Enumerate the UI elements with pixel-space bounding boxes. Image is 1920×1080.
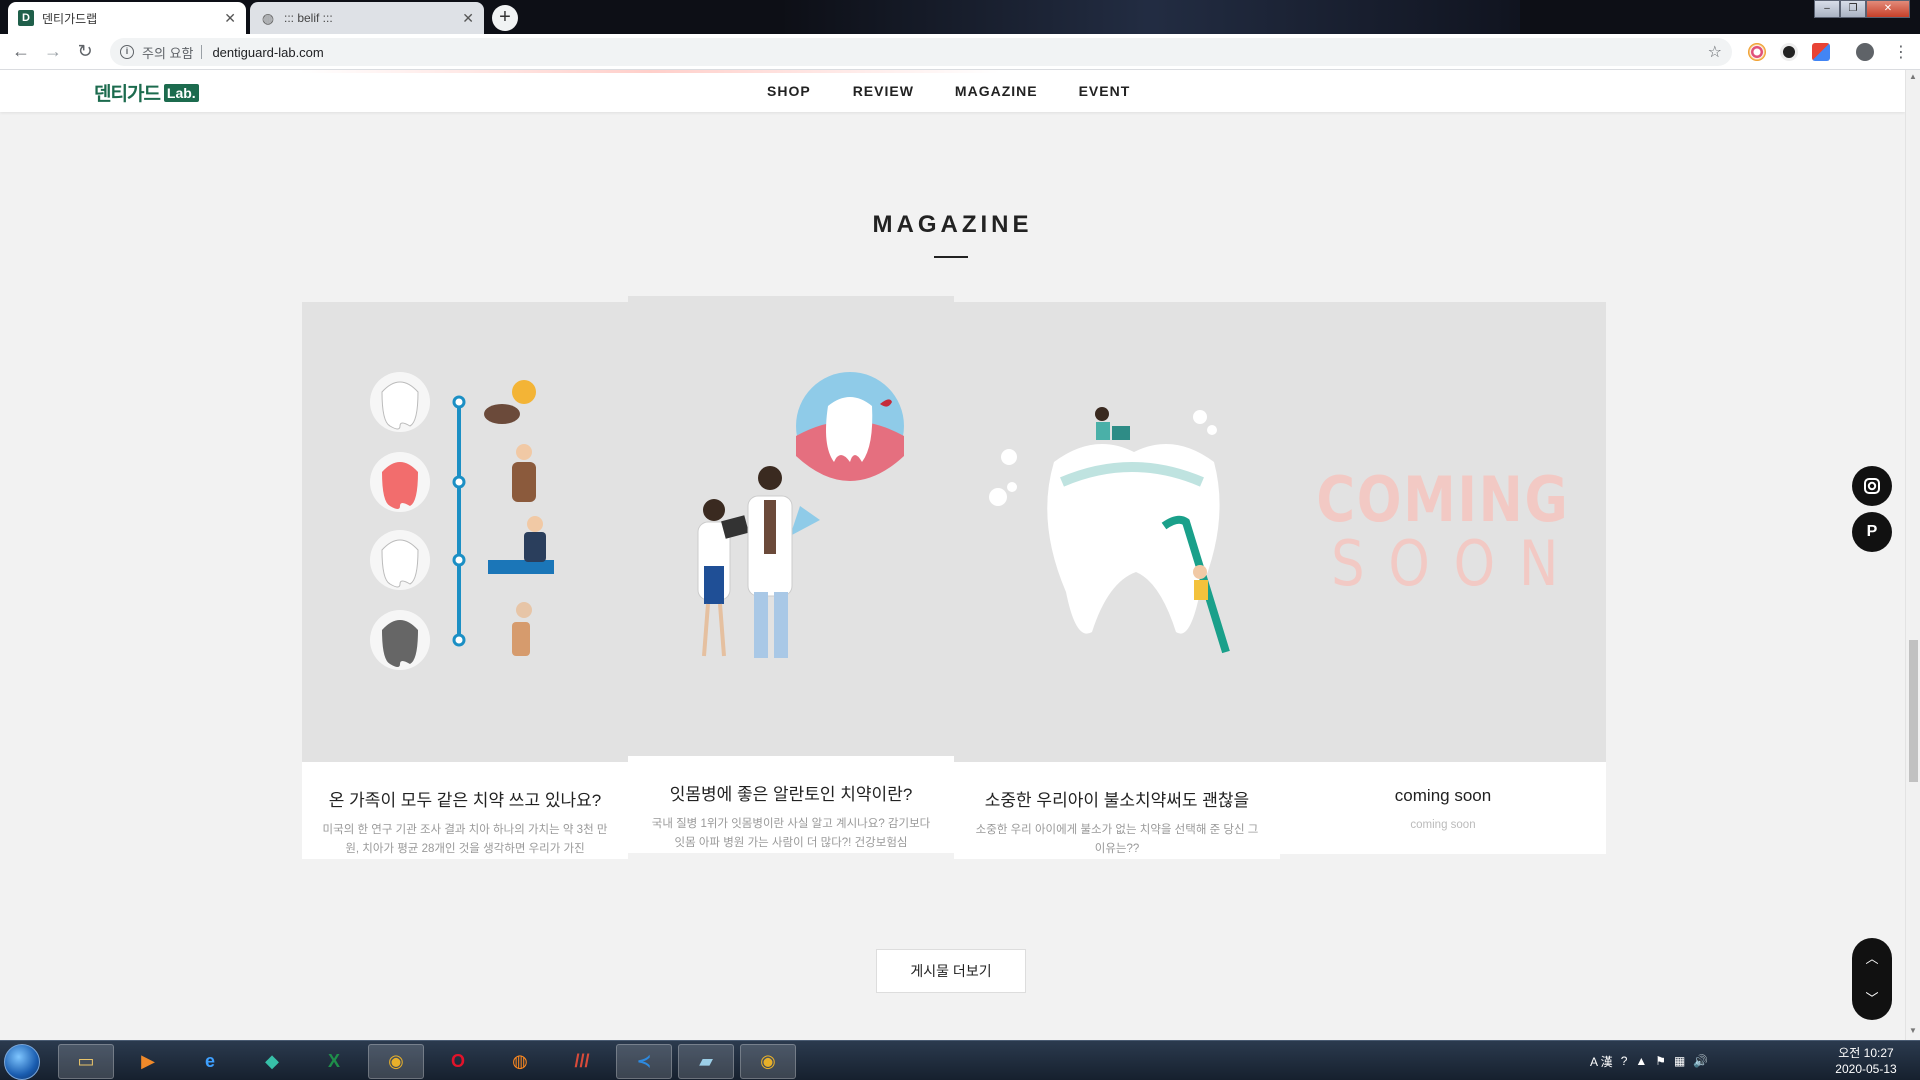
nav-event[interactable]: EVENT	[1079, 83, 1131, 99]
volume-icon[interactable]: 🔊	[1693, 1054, 1708, 1068]
scroll-down-icon[interactable]: ﹀	[1852, 988, 1892, 1007]
browser-tab-bar: D 덴티가드랩 ✕ ◍ ::: belif ::: ✕ + – ❐ ✕	[0, 0, 1920, 34]
card-thumbnail	[954, 302, 1280, 762]
scroll-up-arrow-icon[interactable]: ▲	[1909, 72, 1917, 81]
doctors-gum-illustration	[697, 372, 904, 658]
section-title: MAGAZINE	[872, 211, 1033, 238]
ime-indicator[interactable]: A 漢	[1590, 1053, 1613, 1070]
clock-date: 2020-05-13	[1835, 1062, 1897, 1076]
taskbar: ▭ ▶ e ◆ X ◉ O ◍ /// ≺ ▰ ◉ A 漢 ? ▲ ⚑ ▦ 🔊 …	[0, 1040, 1920, 1080]
start-button[interactable]	[4, 1044, 40, 1080]
clock-time: 오전 10:27	[1838, 1046, 1894, 1060]
close-window-button[interactable]: ✕	[1866, 0, 1910, 18]
taskbar-clock[interactable]: 오전 10:27 2020-05-13	[1826, 1045, 1906, 1077]
vscode-icon[interactable]: ≺	[616, 1044, 672, 1079]
flag-icon[interactable]: ⚑	[1655, 1054, 1666, 1068]
card-description: 미국의 한 연구 기관 조사 결과 치아 하나의 가치는 약 3천 만원, 치아…	[322, 824, 608, 855]
firefox-icon[interactable]: ◍	[492, 1044, 548, 1079]
extension-icon[interactable]	[1748, 43, 1766, 61]
main-nav: SHOP REVIEW MAGAZINE EVENT	[760, 83, 1130, 99]
card-thumbnail: COMING SOON	[1280, 302, 1606, 762]
card-description: 국내 질병 1위가 잇몸병이란 사실 알고 계시나요? 감기보다 잇몸 아파 병…	[651, 818, 931, 849]
notepad-icon[interactable]: ▰	[678, 1044, 734, 1079]
chrome-icon[interactable]: ◉	[368, 1044, 424, 1079]
url-text[interactable]: dentiguard-lab.com	[212, 45, 1707, 60]
card-description: coming soon	[1410, 819, 1476, 831]
coming-soon-line2: SOON	[1331, 527, 1583, 600]
card-title[interactable]: 온 가족이 모두 같은 치약 쓰고 있나요?	[302, 786, 628, 811]
globe-icon: ◍	[261, 9, 275, 26]
card-description: 소중한 우리 아이에게 불소가 없는 치약을 선택해 준 당신 그이유는??	[975, 824, 1259, 855]
show-hidden-icons[interactable]: ▲	[1635, 1054, 1647, 1068]
profile-avatar-icon[interactable]	[1856, 43, 1874, 61]
title-underline	[934, 256, 968, 258]
page-scrollbar[interactable]: ▲ ▼	[1905, 70, 1920, 1040]
omnibox[interactable]: i 주의 요함 dentiguard-lab.com ☆	[110, 38, 1732, 66]
editor-icon[interactable]: ///	[554, 1044, 610, 1079]
security-warning[interactable]: 주의 요함	[142, 43, 193, 62]
instagram-icon[interactable]	[1852, 466, 1892, 506]
magazine-card[interactable]: 온 가족이 모두 같은 치약 쓰고 있나요? 미국의 한 연구 기관 조사 결과…	[302, 302, 628, 859]
magazine-card[interactable]: 소중한 우리아이 불소치약써도 괜찮을 소중한 우리 아이에게 불소가 없는 치…	[954, 302, 1280, 859]
window-controls: – ❐ ✕	[1814, 0, 1910, 18]
system-tray: A 漢 ? ▲ ⚑ ▦ 🔊	[1590, 1041, 1708, 1080]
excel-icon[interactable]: X	[306, 1044, 362, 1079]
extension-icon[interactable]	[1812, 43, 1830, 61]
magazine-card[interactable]: COMING SOON coming soon coming soon	[1280, 302, 1606, 854]
scroll-up-icon[interactable]: ︿	[1852, 948, 1892, 967]
close-tab-icon[interactable]: ✕	[462, 10, 474, 27]
card-title[interactable]: coming soon	[1280, 786, 1606, 806]
family-teeth-illustration	[370, 372, 554, 670]
bookmark-star-icon[interactable]: ☆	[1708, 42, 1722, 62]
minimize-button[interactable]: –	[1814, 0, 1840, 18]
reload-icon[interactable]: ↻	[74, 41, 96, 62]
divider	[201, 45, 203, 59]
tab-dentiguard[interactable]: D 덴티가드랩 ✕	[8, 2, 246, 34]
magazine-card[interactable]: 잇몸병에 좋은 알란토인 치약이란? 국내 질병 1위가 잇몸병이란 사실 알고…	[628, 296, 954, 853]
opera-icon[interactable]: O	[430, 1044, 486, 1079]
chrome-icon[interactable]: ◉	[740, 1044, 796, 1079]
tabbar-background	[780, 0, 1520, 34]
p-social-button[interactable]: P	[1852, 512, 1892, 552]
close-tab-icon[interactable]: ✕	[224, 10, 236, 27]
tab-title: ::: belif :::	[284, 11, 333, 25]
site-header: 덴티가드 Lab. SHOP REVIEW MAGAZINE EVENT	[0, 70, 1905, 112]
coming-soon-line1: COMING	[1316, 463, 1570, 536]
kids-tooth-illustration	[989, 407, 1230, 654]
tab-title: 덴티가드랩	[42, 11, 98, 26]
header-banner-strip	[300, 70, 1000, 73]
address-bar: ← → ↻ i 주의 요함 dentiguard-lab.com ☆ ⋮	[0, 34, 1920, 70]
logo-text: 덴티가드	[94, 84, 161, 105]
browser-menu-icon[interactable]: ⋮	[1893, 42, 1909, 62]
app-icon[interactable]: ◆	[244, 1044, 300, 1079]
scrollbar-thumb[interactable]	[1909, 640, 1918, 782]
logo-badge: Lab.	[163, 83, 199, 102]
load-more-button[interactable]: 게시물 더보기	[876, 949, 1026, 993]
scroll-down-arrow-icon[interactable]: ▼	[1909, 1026, 1917, 1035]
page-viewport: 덴티가드 Lab. SHOP REVIEW MAGAZINE EVENT MAG…	[0, 70, 1905, 1040]
internet-explorer-icon[interactable]: e	[182, 1044, 238, 1079]
network-icon[interactable]: ▦	[1674, 1054, 1685, 1068]
scroll-controls: ︿ ﹀	[1852, 938, 1892, 1020]
card-thumbnail	[302, 302, 628, 762]
back-icon[interactable]: ←	[10, 41, 32, 62]
nav-review[interactable]: REVIEW	[853, 83, 914, 99]
nav-magazine[interactable]: MAGAZINE	[955, 83, 1038, 99]
tab-belif[interactable]: ◍ ::: belif ::: ✕	[250, 2, 484, 34]
dentiguard-favicon-icon: D	[18, 10, 34, 26]
card-thumbnail	[628, 296, 954, 756]
card-title[interactable]: 소중한 우리아이 불소치약써도 괜찮을	[954, 786, 1280, 811]
new-tab-button[interactable]: +	[492, 5, 518, 31]
maximize-button[interactable]: ❐	[1840, 0, 1866, 18]
info-icon[interactable]: i	[120, 45, 134, 59]
file-explorer-icon[interactable]: ▭	[58, 1044, 114, 1079]
site-logo[interactable]: 덴티가드 Lab.	[94, 79, 199, 106]
media-player-icon[interactable]: ▶	[120, 1044, 176, 1079]
nav-shop[interactable]: SHOP	[767, 83, 811, 99]
card-title[interactable]: 잇몸병에 좋은 알란토인 치약이란?	[628, 780, 954, 805]
help-icon[interactable]: ?	[1621, 1054, 1628, 1068]
forward-icon[interactable]: →	[42, 41, 64, 62]
extension-icon[interactable]	[1780, 43, 1798, 61]
